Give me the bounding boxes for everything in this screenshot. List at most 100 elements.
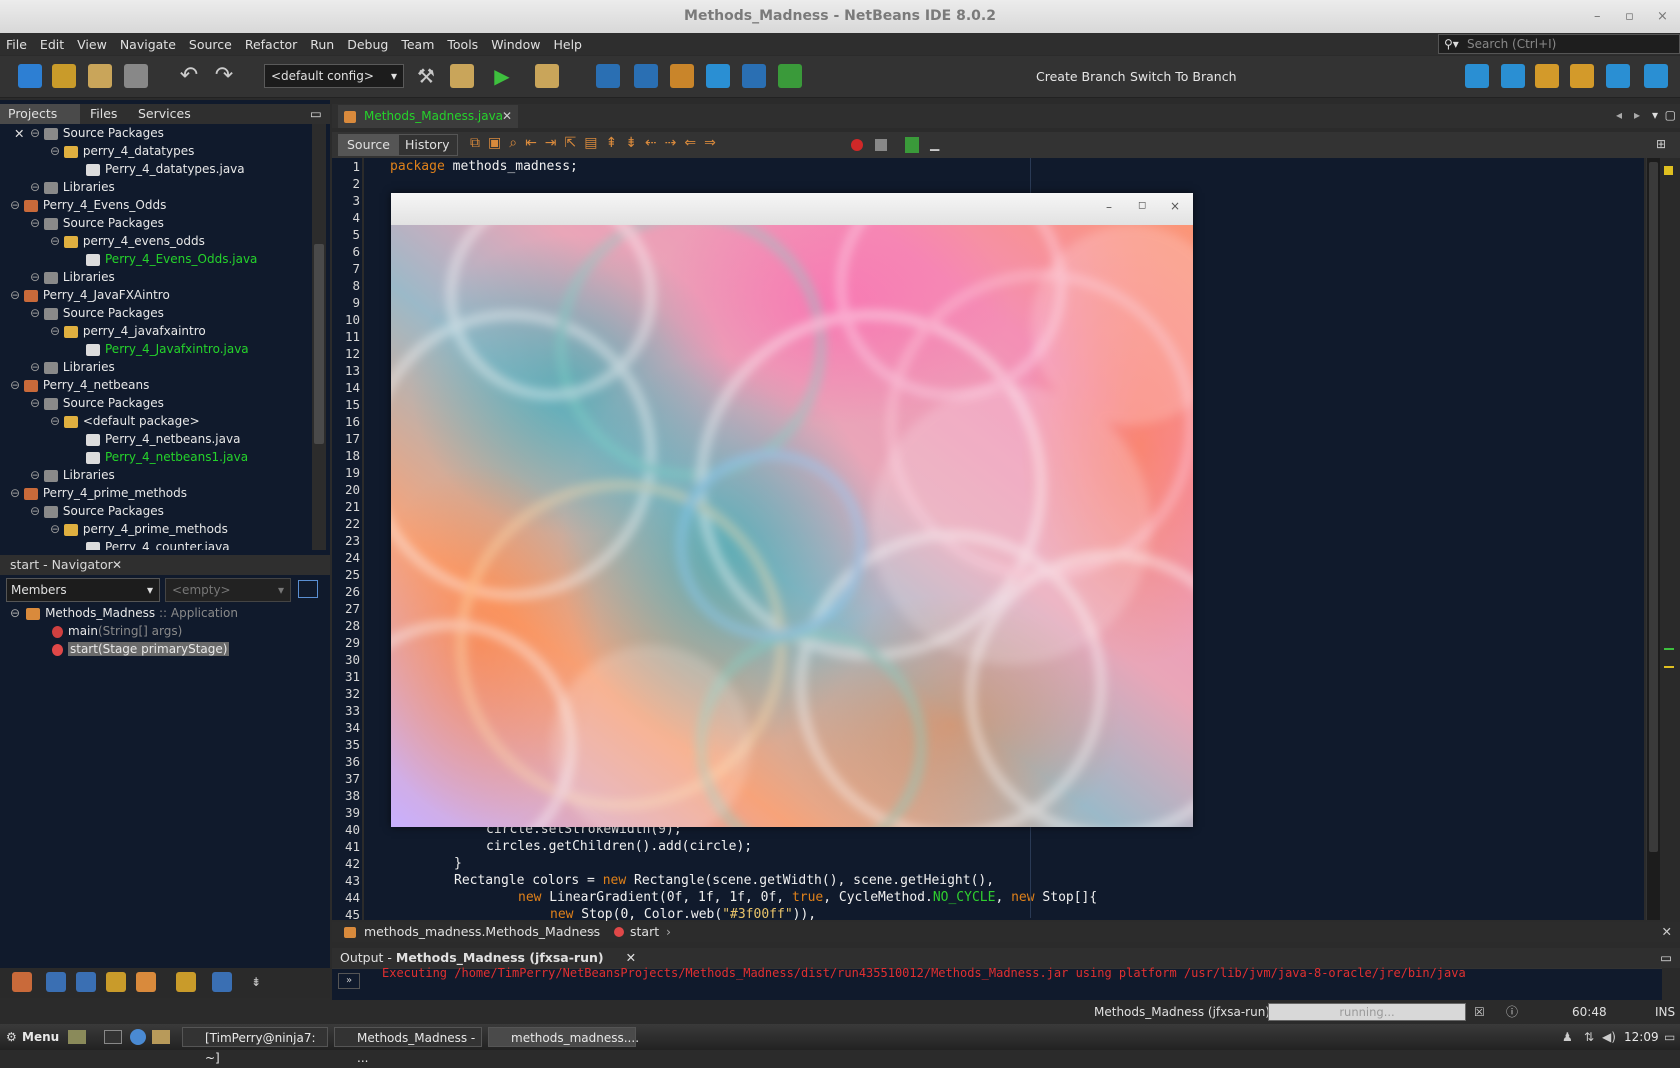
tree-item[interactable]: ⊖ Libraries (30, 268, 115, 286)
expand-icon[interactable]: ⊖ (30, 180, 44, 194)
menu-debug[interactable]: Debug (347, 37, 388, 52)
minimize-icon[interactable]: – (1106, 200, 1112, 214)
tree-item[interactable]: ⊖ perry_4_prime_methods (50, 520, 228, 538)
expand-icon[interactable]: ⊖ (30, 468, 44, 482)
show-opened-documents-icon[interactable]: ▾ (1652, 108, 1658, 122)
breadcrumb-class[interactable]: methods_madness.Methods_Madness (364, 922, 600, 942)
minimize-icon[interactable]: – (1594, 0, 1601, 33)
expand-icon[interactable]: ⊖ (30, 270, 44, 284)
git-settings-icon[interactable] (1535, 64, 1559, 88)
tab-projects[interactable]: Projects ✕ (0, 104, 80, 141)
apply-changes-icon[interactable] (634, 64, 658, 88)
maximize-icon[interactable]: ▫ (1625, 0, 1634, 33)
split-icon[interactable]: ⊞ (1656, 137, 1666, 151)
menu-help[interactable]: Help (553, 37, 582, 52)
maximize-window-icon[interactable]: ▢ (1665, 108, 1676, 122)
tree-item[interactable]: Perry_4_netbeans1.java (86, 448, 248, 466)
close-icon[interactable]: × (1657, 0, 1668, 33)
tree-item[interactable]: Perry_4_Evens_Odds.java (86, 250, 257, 268)
uncomment-icon[interactable]: ▁ (930, 137, 944, 153)
tree-item[interactable]: ⊖ Libraries (30, 358, 115, 376)
tree-item[interactable]: ⊖ Perry_4_prime_methods (10, 484, 187, 502)
close-icon[interactable]: ✕ (112, 555, 122, 575)
switch-branch-button[interactable]: Switch To Branch (1130, 69, 1237, 84)
tree-item[interactable]: ⊖ Source Packages (30, 214, 164, 232)
output-tab[interactable]: Output - Methods_Madness (jfxsa-run) ✕ ▭ (332, 948, 1680, 968)
expand-icon[interactable]: ⊖ (50, 414, 64, 428)
record-macro-icon[interactable] (851, 139, 863, 151)
history-button[interactable]: History (396, 134, 459, 156)
git-add-icon[interactable] (1501, 64, 1525, 88)
menu-tools[interactable]: Tools (447, 37, 478, 52)
close-icon[interactable]: ✕ (502, 105, 512, 127)
tree-item[interactable]: ⊖ Perry_4_netbeans (10, 376, 149, 394)
expand-icon[interactable]: ⊖ (30, 504, 44, 518)
expand-icon[interactable]: ⊖ (30, 360, 44, 374)
navigator-options-icon[interactable] (298, 580, 318, 598)
expand-icon[interactable]: ⊖ (30, 216, 44, 230)
menu-window[interactable]: Window (491, 37, 540, 52)
tool-icon[interactable] (12, 972, 32, 992)
user-icon[interactable]: ♟ (1562, 1024, 1573, 1050)
close-icon[interactable]: × (1170, 199, 1180, 213)
start-menu-button[interactable]: Menu (22, 1024, 59, 1050)
minimize-panel-icon[interactable]: ▭ (1660, 948, 1672, 968)
run-icon[interactable]: ▶ (490, 64, 514, 88)
navigator-tab[interactable]: start - Navigator ✕ (0, 555, 330, 575)
task-icon[interactable] (670, 64, 694, 88)
files-icon[interactable] (152, 1030, 170, 1044)
editor-scrollbar[interactable] (1646, 158, 1660, 920)
git-commit-icon[interactable] (1465, 64, 1489, 88)
folder-icon[interactable] (68, 1030, 86, 1044)
tree-item[interactable]: ⊖ <default package> (50, 412, 200, 430)
expand-icon[interactable]: ⊖ (10, 486, 24, 500)
window-icon[interactable] (742, 64, 766, 88)
git-pull-icon[interactable] (1644, 64, 1668, 88)
sort-desc-icon[interactable]: ⇟ (246, 972, 266, 992)
close-icon[interactable]: ✕ (1662, 922, 1672, 942)
browser-icon[interactable] (130, 1029, 146, 1045)
error-stripe[interactable] (1660, 158, 1680, 920)
scroll-right-icon[interactable]: ▸ (1634, 108, 1640, 122)
expand-icon[interactable]: ⊖ (50, 234, 64, 248)
taskbar-item-terminal[interactable]: [TimPerry@ninja7: ~] (182, 1027, 328, 1065)
output-scrollbar[interactable] (1662, 968, 1680, 1000)
new-project-icon[interactable] (52, 64, 76, 88)
notifications-icon[interactable]: ⓘ (1506, 1000, 1518, 1024)
git-fetch-icon[interactable] (1570, 64, 1594, 88)
tree-item[interactable]: Perry_4_counter.java (86, 538, 230, 550)
expand-icon[interactable]: ⊖ (30, 126, 44, 140)
close-icon[interactable]: ✕ (626, 950, 636, 965)
clean-build-icon[interactable] (450, 64, 474, 88)
undo-icon[interactable]: ↶ (177, 64, 201, 88)
build-hammer-icon[interactable]: ⚒ (414, 64, 438, 88)
git-push-icon[interactable] (1606, 64, 1630, 88)
tool-icon[interactable] (76, 972, 96, 992)
save-all-icon[interactable] (124, 64, 148, 88)
tab-files[interactable]: Files (82, 104, 125, 124)
create-branch-button[interactable]: Create Branch (1036, 69, 1126, 84)
expand-icon[interactable]: ⊖ (50, 144, 64, 158)
scrollbar-thumb[interactable] (314, 244, 324, 444)
open-project-icon[interactable] (88, 64, 112, 88)
scrollbar-thumb[interactable] (1649, 162, 1658, 852)
cancel-task-icon[interactable]: ☒ (1474, 1000, 1485, 1024)
network-icon[interactable]: ⇅ (1584, 1024, 1594, 1050)
profile-icon[interactable] (596, 64, 620, 88)
minimize-panel-icon[interactable]: ▭ (302, 104, 330, 124)
tree-item[interactable]: ⊖ Source Packages (30, 124, 164, 142)
tool-icon[interactable] (136, 972, 156, 992)
tab-services[interactable]: Services (130, 104, 199, 124)
tree-item[interactable]: ⊖ Source Packages (30, 502, 164, 520)
menu-source[interactable]: Source (189, 37, 232, 52)
database-icon[interactable] (706, 64, 730, 88)
taskbar-item-netbeans[interactable]: Methods_Madness - ... (334, 1027, 482, 1065)
tree-item[interactable]: ⊖ perry_4_javafxaintro (50, 322, 206, 340)
menu-refactor[interactable]: Refactor (245, 37, 297, 52)
tree-item[interactable]: ⊖ Libraries (30, 178, 115, 196)
expand-icon[interactable]: ⊖ (30, 306, 44, 320)
comment-icon[interactable] (905, 137, 919, 153)
expand-icon[interactable]: ⊖ (50, 522, 64, 536)
config-select[interactable]: <default config> ▾ (264, 64, 404, 88)
source-button[interactable]: Source (338, 134, 399, 156)
